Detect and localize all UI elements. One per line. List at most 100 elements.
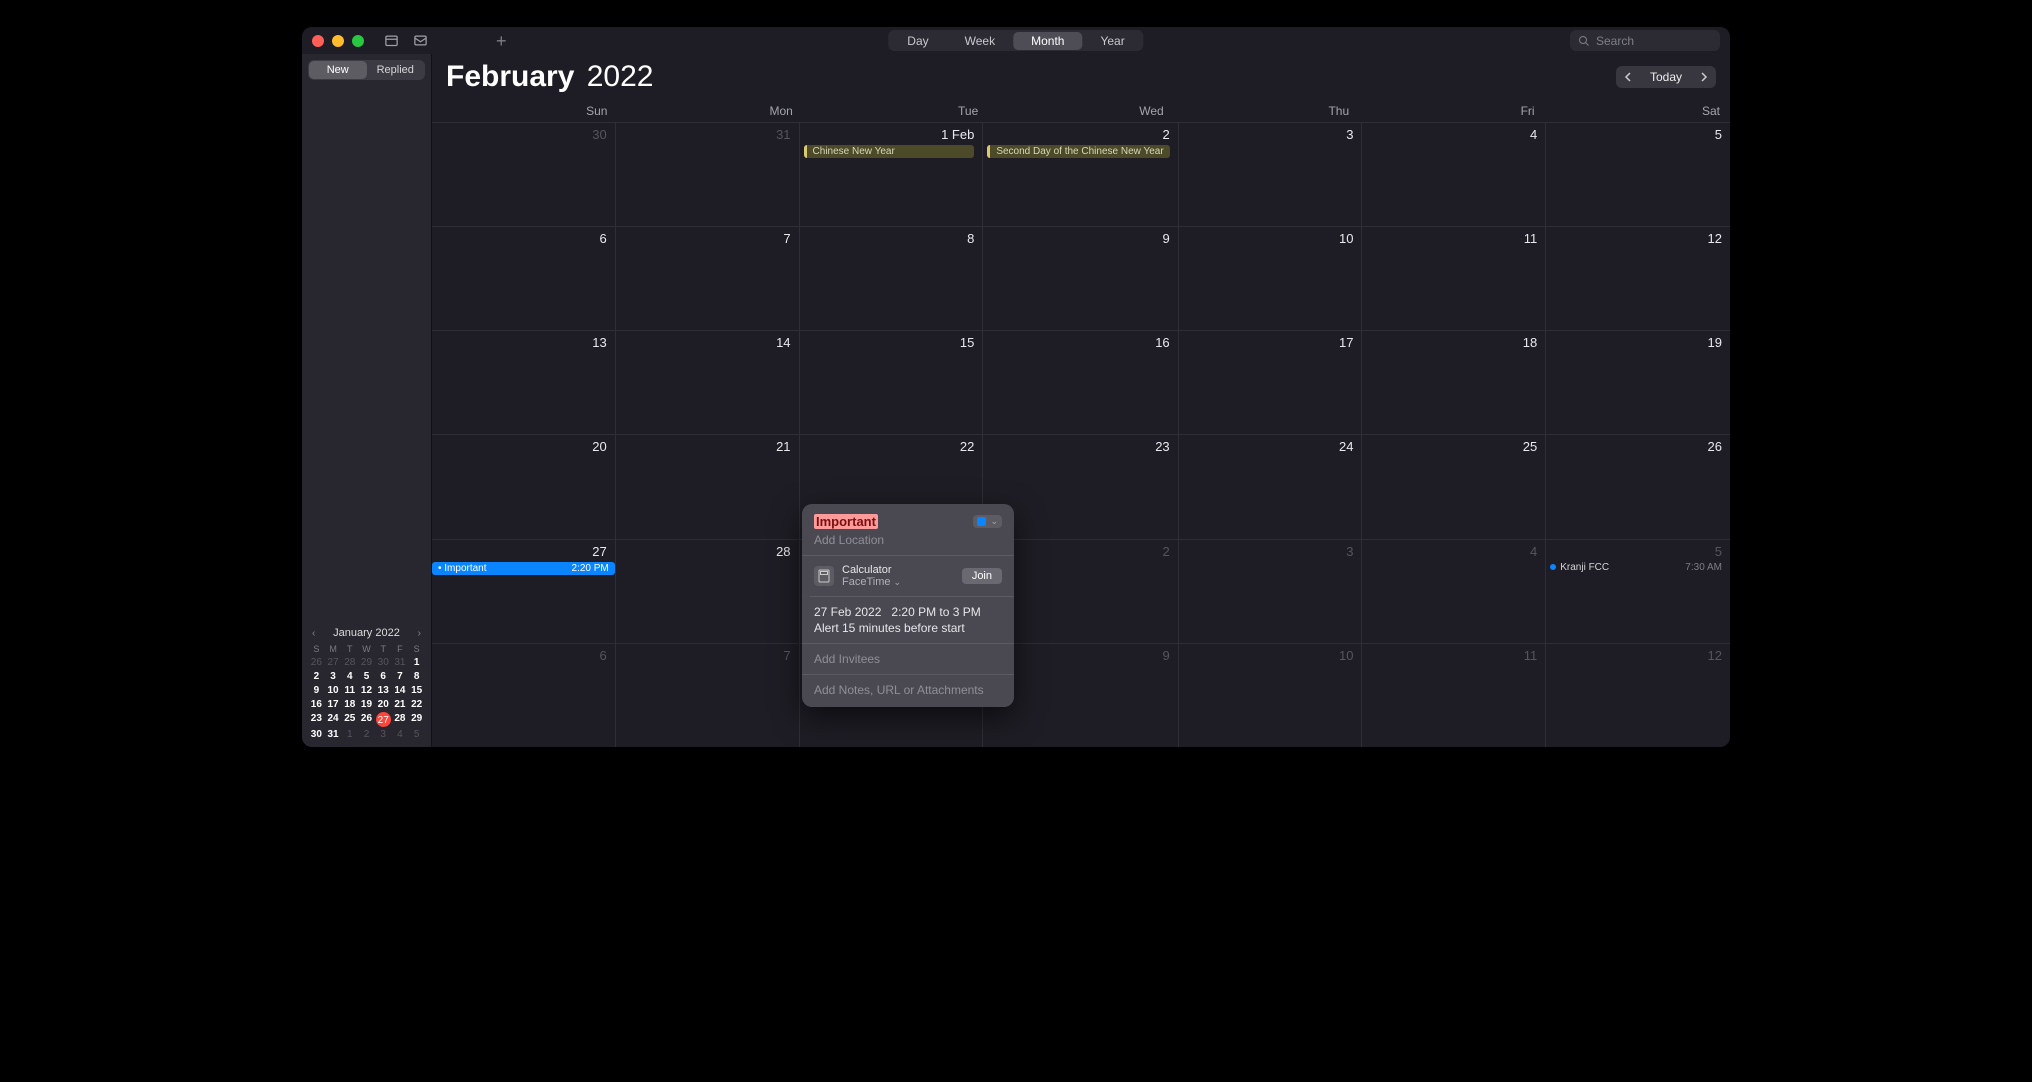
day-cell[interactable]: 5Kranji FCC7:30 AM: [1546, 539, 1730, 643]
day-cell[interactable]: 31: [616, 122, 800, 226]
tab-replied[interactable]: Replied: [367, 61, 425, 79]
mini-day-cell[interactable]: 28: [341, 656, 358, 669]
search-input[interactable]: [1596, 34, 1712, 48]
day-cell[interactable]: 12: [1546, 643, 1730, 747]
day-cell[interactable]: 11: [1362, 643, 1546, 747]
day-cell[interactable]: 20: [432, 434, 616, 538]
day-cell[interactable]: 2Second Day of the Chinese New Year: [983, 122, 1178, 226]
mini-day-cell[interactable]: 20: [375, 698, 392, 711]
day-cell[interactable]: 26: [1546, 434, 1730, 538]
notes-input[interactable]: Add Notes, URL or Attachments: [802, 675, 1014, 707]
day-cell[interactable]: 15: [800, 330, 984, 434]
tab-new[interactable]: New: [309, 61, 367, 79]
mini-day-cell[interactable]: 21: [392, 698, 409, 711]
mini-day-cell[interactable]: 17: [325, 698, 342, 711]
day-cell[interactable]: 7: [616, 643, 800, 747]
mini-next-button[interactable]: ›: [414, 628, 425, 639]
minimize-button[interactable]: [332, 35, 344, 47]
mini-day-cell[interactable]: 31: [392, 656, 409, 669]
date-time-section[interactable]: 27 Feb 2022 2:20 PM to 3 PM Alert 15 min…: [802, 597, 1014, 643]
mini-day-cell[interactable]: 2: [358, 728, 375, 741]
dot-event[interactable]: Kranji FCC7:30 AM: [1550, 562, 1722, 573]
mini-day-cell[interactable]: 26: [358, 712, 375, 727]
day-cell[interactable]: 9: [983, 226, 1178, 330]
allday-event[interactable]: Chinese New Year: [804, 145, 975, 158]
mini-day-cell[interactable]: 22: [408, 698, 425, 711]
mini-day-cell[interactable]: 5: [408, 728, 425, 741]
join-button[interactable]: Join: [962, 568, 1002, 584]
day-cell[interactable]: 8: [800, 226, 984, 330]
day-cell[interactable]: 4: [1362, 122, 1546, 226]
mini-day-cell[interactable]: 19: [358, 698, 375, 711]
calendar-picker[interactable]: ⌄: [973, 515, 1002, 528]
day-cell[interactable]: 18: [1362, 330, 1546, 434]
mini-day-cell[interactable]: 15: [408, 684, 425, 697]
day-cell[interactable]: 28: [616, 539, 800, 643]
mini-day-cell[interactable]: 16: [308, 698, 325, 711]
view-week[interactable]: Week: [947, 32, 1013, 50]
event-title-input[interactable]: Important: [814, 514, 878, 529]
close-button[interactable]: [312, 35, 324, 47]
fullscreen-button[interactable]: [352, 35, 364, 47]
inbox-icon[interactable]: [413, 33, 428, 48]
day-cell[interactable]: 30: [432, 122, 616, 226]
mini-day-cell[interactable]: 25: [341, 712, 358, 727]
mini-day-cell[interactable]: 13: [375, 684, 392, 697]
mini-day-cell[interactable]: 5: [358, 670, 375, 683]
search-field[interactable]: [1570, 30, 1720, 51]
mini-day-cell[interactable]: 9: [308, 684, 325, 697]
day-cell[interactable]: 16: [983, 330, 1178, 434]
day-cell[interactable]: 5: [1546, 122, 1730, 226]
mini-day-cell[interactable]: 30: [375, 656, 392, 669]
invitees-input[interactable]: Add Invitees: [802, 644, 1014, 674]
next-month-button[interactable]: [1692, 70, 1716, 84]
mini-day-cell[interactable]: 12: [358, 684, 375, 697]
mini-day-cell[interactable]: 1: [408, 656, 425, 669]
mini-day-cell[interactable]: 27: [376, 712, 391, 727]
mini-day-cell[interactable]: 1: [341, 728, 358, 741]
day-cell[interactable]: 14: [616, 330, 800, 434]
day-cell[interactable]: 6: [432, 643, 616, 747]
mini-day-cell[interactable]: 30: [308, 728, 325, 741]
day-cell[interactable]: 6: [432, 226, 616, 330]
day-cell[interactable]: 11: [1362, 226, 1546, 330]
mini-day-cell[interactable]: 2: [308, 670, 325, 683]
calendar-list-icon[interactable]: [384, 33, 399, 48]
mini-day-cell[interactable]: 3: [375, 728, 392, 741]
day-cell[interactable]: 4: [1362, 539, 1546, 643]
mini-day-cell[interactable]: 26: [308, 656, 325, 669]
mini-day-cell[interactable]: 10: [325, 684, 342, 697]
mini-day-cell[interactable]: 7: [392, 670, 409, 683]
mini-prev-button[interactable]: ‹: [308, 628, 319, 639]
day-cell[interactable]: 21: [616, 434, 800, 538]
view-month[interactable]: Month: [1013, 32, 1082, 50]
day-cell[interactable]: 10: [1179, 643, 1363, 747]
add-event-button[interactable]: +: [496, 32, 507, 50]
mini-day-cell[interactable]: 8: [408, 670, 425, 683]
mini-day-cell[interactable]: 14: [392, 684, 409, 697]
view-year[interactable]: Year: [1082, 32, 1142, 50]
day-cell[interactable]: 13: [432, 330, 616, 434]
mini-day-cell[interactable]: 27: [325, 656, 342, 669]
day-cell[interactable]: 17: [1179, 330, 1363, 434]
video-call-picker[interactable]: Calculator FaceTime ⌄: [842, 564, 962, 588]
allday-event[interactable]: Second Day of the Chinese New Year: [987, 145, 1169, 158]
mini-day-cell[interactable]: 18: [341, 698, 358, 711]
day-cell[interactable]: 1 FebChinese New Year: [800, 122, 984, 226]
mini-day-cell[interactable]: 31: [325, 728, 342, 741]
prev-month-button[interactable]: [1616, 70, 1640, 84]
day-cell[interactable]: 7: [616, 226, 800, 330]
mini-day-cell[interactable]: 4: [392, 728, 409, 741]
mini-day-cell[interactable]: 3: [325, 670, 342, 683]
day-cell[interactable]: 12: [1546, 226, 1730, 330]
mini-day-cell[interactable]: 28: [392, 712, 409, 727]
mini-day-cell[interactable]: 11: [341, 684, 358, 697]
day-cell[interactable]: 25: [1362, 434, 1546, 538]
day-cell[interactable]: 3: [1179, 539, 1363, 643]
mini-day-cell[interactable]: 24: [325, 712, 342, 727]
day-cell[interactable]: 3: [1179, 122, 1363, 226]
day-cell[interactable]: 19: [1546, 330, 1730, 434]
day-cell[interactable]: 10: [1179, 226, 1363, 330]
today-button[interactable]: Today: [1640, 68, 1692, 86]
mini-day-cell[interactable]: 4: [341, 670, 358, 683]
